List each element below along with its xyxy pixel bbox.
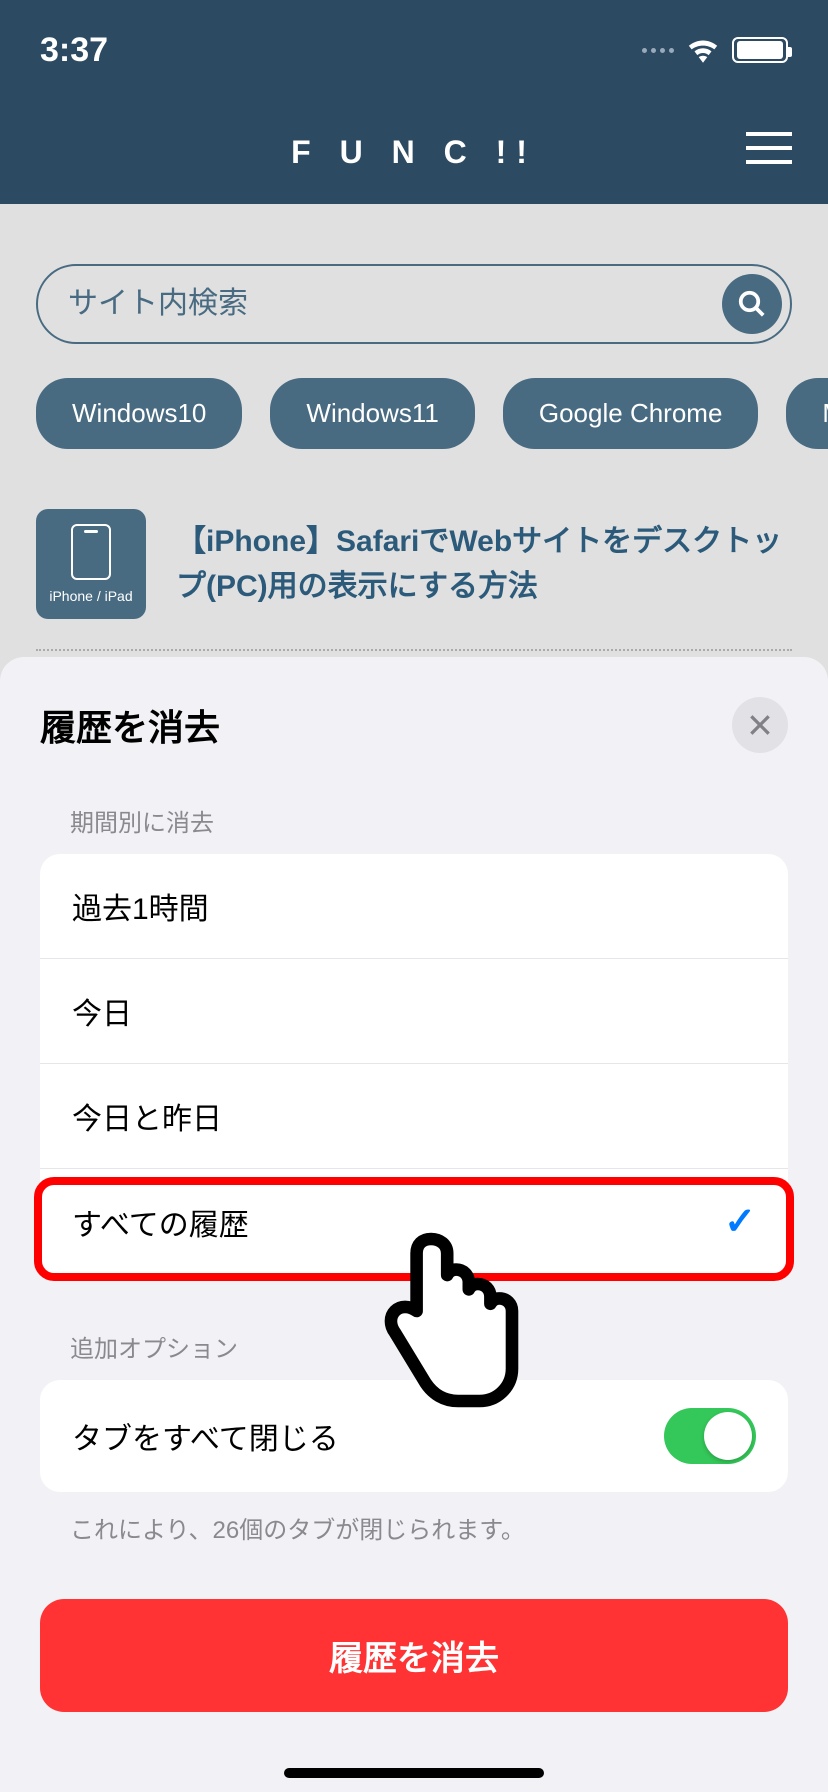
status-icons [642,37,788,63]
tag-chrome[interactable]: Google Chrome [503,378,759,449]
tag-windows10[interactable]: Windows10 [36,378,242,449]
close-icon [747,712,773,738]
close-tabs-footnote: これにより、26個のタブが閉じられます。 [0,1492,828,1545]
sheet-title: 履歴を消去 [40,699,220,751]
sheet-header: 履歴を消去 [0,697,828,803]
extra-section: 追加オプション タブをすべて閉じる これにより、26個のタブが閉じられます。 [0,1329,828,1545]
search-section [0,204,828,378]
article-title: 【iPhone】SafariでWebサイトをデスクトップ(PC)用の表示にする方… [176,519,792,609]
search-button[interactable] [722,274,782,334]
option-today-yesterday[interactable]: 今日と昨日 [40,1064,788,1169]
status-time: 3:37 [40,31,108,70]
logo: F U N C !! [291,134,537,171]
article-category-label: iPhone / iPad [49,588,132,604]
close-all-tabs-row: タブをすべて閉じる [40,1380,788,1492]
tag-windows11[interactable]: Windows11 [270,378,474,449]
period-option-list: 過去1時間 今日 今日と昨日 すべての履歴 ✓ [40,854,788,1275]
extra-section-label: 追加オプション [0,1329,828,1380]
menu-button[interactable] [746,132,792,164]
search-icon [737,289,767,319]
phone-icon [71,524,111,580]
period-section-label: 期間別に消去 [0,803,828,854]
clear-history-button[interactable]: 履歴を消去 [40,1599,788,1712]
divider [36,649,792,651]
article-category-icon: iPhone / iPad [36,509,146,619]
wifi-icon [686,37,720,63]
check-icon: ✓ [724,1199,756,1244]
search-bar[interactable] [36,264,792,344]
close-tabs-label: タブをすべて閉じる [72,1414,339,1458]
battery-icon [732,37,788,63]
clear-history-sheet: 履歴を消去 期間別に消去 過去1時間 今日 今日と昨日 すべての履歴 ✓ 追加オ… [0,657,828,1792]
option-today[interactable]: 今日 [40,959,788,1064]
signal-dots-icon [642,48,674,53]
home-indicator[interactable] [284,1768,544,1778]
close-button[interactable] [732,697,788,753]
status-bar: 3:37 [0,0,828,100]
close-tabs-toggle[interactable] [664,1408,756,1464]
app-header: F U N C !! [0,100,828,204]
option-all-history[interactable]: すべての履歴 ✓ [40,1169,788,1275]
article-item[interactable]: iPhone / iPad 【iPhone】SafariでWebサイトをデスクト… [0,509,828,639]
search-input[interactable] [68,287,722,321]
option-last-hour[interactable]: 過去1時間 [40,854,788,959]
tag-list: Windows10 Windows11 Google Chrome Micros [0,378,828,509]
tag-microsoft[interactable]: Micros [786,378,828,449]
